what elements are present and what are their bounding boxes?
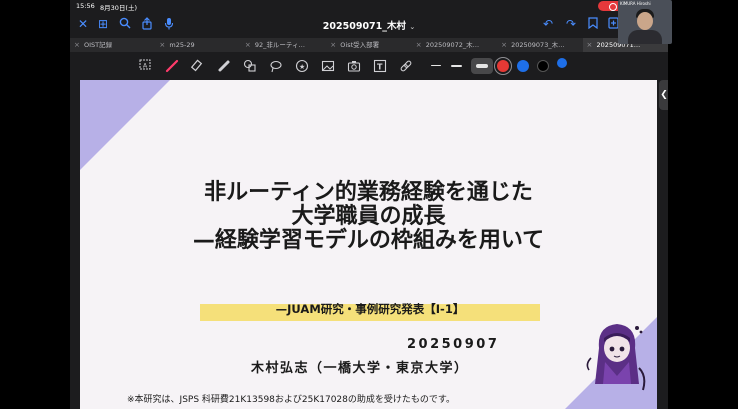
- eraser-icon[interactable]: [190, 59, 206, 73]
- slide-title-line-2: 大学職員の成長: [291, 204, 446, 229]
- mascot-illustration: [586, 324, 646, 391]
- sidebar-collapse-handle[interactable]: ❮: [659, 80, 668, 110]
- undo-icon[interactable]: ↶: [541, 17, 555, 31]
- slide-page[interactable]: 非ルーティン的業務経験を通じた 大学職員の成長 —経験学習モデルの枠組みを用いて…: [80, 80, 657, 409]
- document-tab-bar: × OIST記録 × m25-29 × 92_非ルーティ… × Oist受入部署 × 20…: [70, 38, 668, 52]
- decor-triangle-top-left: [80, 80, 170, 170]
- tab-oist-host-dept[interactable]: × Oist受入部署: [326, 38, 411, 52]
- tab-202509072[interactable]: × 202509072_木…: [412, 38, 497, 52]
- slide-date: 20250907: [407, 337, 500, 352]
- stroke-medium[interactable]: [451, 65, 462, 67]
- notes-app-window: 15:56 8月30日(土) ✕ ⊞ 202509071_木村 ⌄ ↶ ↷ × O…: [70, 0, 668, 409]
- slide-title-line-1: 非ルーティン的業務経験を通じた: [204, 180, 533, 205]
- shapes-icon[interactable]: [242, 59, 258, 73]
- annotation-toolbar: A ★ T: [70, 52, 668, 80]
- close-icon[interactable]: ×: [159, 38, 165, 52]
- document-title[interactable]: 202509071_木村 ⌄: [70, 18, 668, 32]
- slide-subtitle: —JUAM研究・事例研究発表【I-1】: [275, 302, 465, 316]
- status-time: 15:56: [76, 2, 95, 10]
- sticker-icon[interactable]: ★: [294, 59, 310, 73]
- color-picker-add[interactable]: [557, 58, 567, 68]
- image-icon[interactable]: [320, 59, 336, 73]
- highlighter-icon[interactable]: [216, 59, 232, 73]
- tab-202509073[interactable]: × 202509073_木…: [497, 38, 582, 52]
- color-swatch-red[interactable]: [497, 60, 509, 72]
- svg-text:★: ★: [299, 63, 305, 71]
- status-date: 8月30日(土): [100, 4, 137, 12]
- stroke-thick: [476, 64, 488, 68]
- chevron-down-icon: ⌄: [409, 23, 416, 31]
- slide-footnote: ※本研究は、JSPS 科研費21K13598および25K17028の助成を受けた…: [127, 395, 455, 405]
- svg-text:A: A: [143, 63, 148, 70]
- close-icon[interactable]: ×: [501, 38, 507, 52]
- svg-text:T: T: [377, 63, 383, 72]
- redo-icon[interactable]: ↷: [564, 17, 578, 31]
- camera-icon[interactable]: [346, 59, 362, 73]
- navigation-bar: ✕ ⊞ 202509071_木村 ⌄ ↶ ↷: [70, 12, 668, 38]
- status-bar: 15:56 8月30日(土): [70, 0, 668, 12]
- slide-author: 木村弘志（一橋大学・東京大学）: [251, 361, 469, 376]
- close-icon[interactable]: ×: [416, 38, 422, 52]
- video-self-view[interactable]: KIMURA Hiroshi: [618, 0, 672, 44]
- tab-92-non-routine[interactable]: × 92_非ルーティ…: [241, 38, 326, 52]
- avatar-face: [637, 12, 653, 30]
- text-icon[interactable]: T: [372, 59, 388, 73]
- color-swatch-blue[interactable]: [517, 60, 529, 72]
- avatar-torso: [628, 30, 662, 44]
- close-icon[interactable]: ×: [245, 38, 251, 52]
- close-icon[interactable]: ×: [330, 38, 336, 52]
- close-icon[interactable]: ×: [74, 38, 80, 52]
- color-swatch-black[interactable]: [537, 60, 549, 72]
- stroke-thin[interactable]: [431, 65, 441, 66]
- tab-oist-kiroku[interactable]: × OIST記録: [70, 38, 155, 52]
- slide-title-line-3: —経験学習モデルの枠組みを用いて: [192, 228, 545, 253]
- lasso-select-icon[interactable]: A: [138, 59, 154, 73]
- pen-icon[interactable]: [164, 59, 180, 73]
- participant-name: KIMURA Hiroshi: [620, 1, 651, 6]
- lasso-icon[interactable]: [268, 59, 284, 73]
- tab-m25-29[interactable]: × m25-29: [155, 38, 240, 52]
- bookmark-icon[interactable]: [586, 17, 600, 31]
- close-icon[interactable]: ×: [587, 38, 593, 52]
- link-icon[interactable]: [398, 59, 414, 73]
